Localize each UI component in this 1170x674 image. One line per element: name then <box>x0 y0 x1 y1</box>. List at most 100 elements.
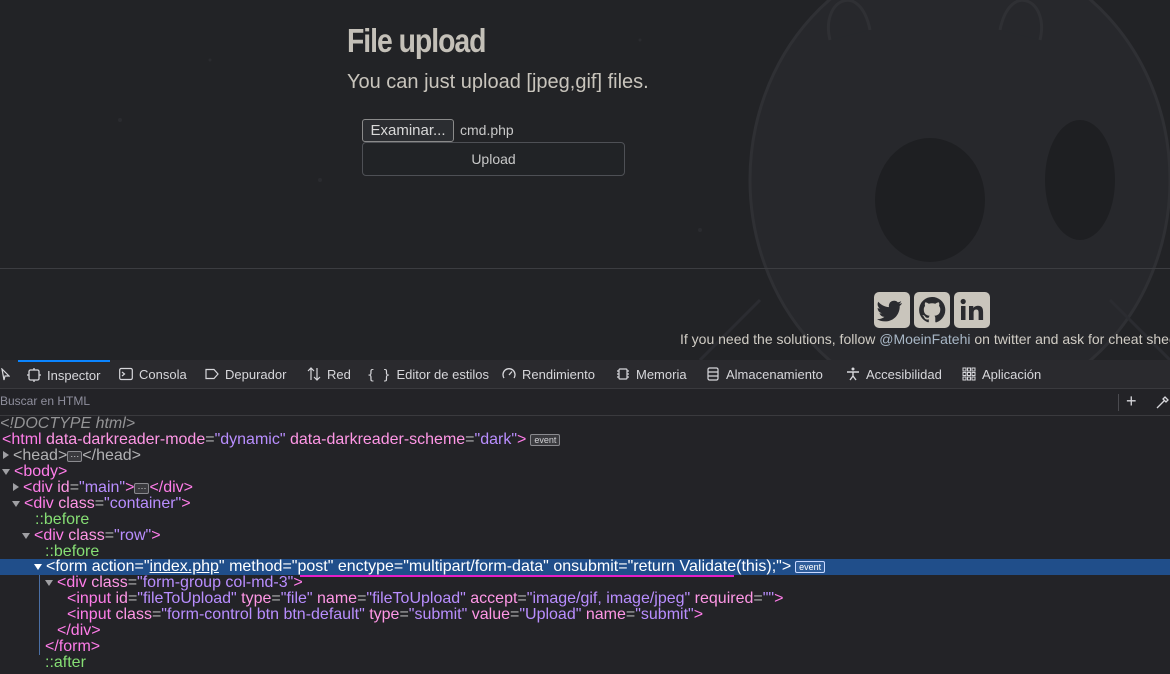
tree-row-after[interactable]: ::after <box>0 655 1170 671</box>
tree-row-div-main[interactable]: <div id="main"> ⋯ </div> <box>0 480 1170 496</box>
tab-accessibility[interactable]: Accesibilidad <box>846 360 942 389</box>
name-attr-value: "fileToUpload" <box>366 590 466 607</box>
tree-row-div-row[interactable]: <div class="row"> <box>0 528 1170 544</box>
eyedropper-icon[interactable] <box>1155 395 1170 410</box>
required-attr: required <box>694 590 754 607</box>
tree-row-div-close[interactable]: </div> <box>0 623 1170 639</box>
upload-button[interactable]: Upload <box>362 142 625 176</box>
tab-debugger[interactable]: Depurador <box>205 360 286 389</box>
head-open-tag: <head> <box>13 447 68 464</box>
tab-inspector[interactable]: Inspector <box>18 360 111 389</box>
background-artwork <box>0 0 1170 360</box>
expand-arrow-icon[interactable] <box>13 483 19 491</box>
event-badge[interactable]: event <box>795 561 826 573</box>
value-attr: value <box>471 606 510 623</box>
tree-row-body[interactable]: <body> <box>0 464 1170 480</box>
type-attr-value: "submit" <box>408 606 468 623</box>
class-attr: class <box>115 606 152 623</box>
div-tag: div <box>33 495 54 512</box>
onsubmit-attr: onsubmit <box>553 558 619 575</box>
tab-application[interactable]: Aplicación <box>962 360 1041 389</box>
action-attr: action <box>91 558 135 575</box>
accessibility-icon <box>847 367 859 381</box>
name-attr: name <box>585 606 626 623</box>
html-attr-scheme: data-darkreader-scheme <box>289 431 466 448</box>
web-page: File upload You can just upload [jpeg,gi… <box>0 0 1170 360</box>
tab-accessibility-label: Accesibilidad <box>866 367 942 382</box>
tree-row-form-selected[interactable]: <form action="index.php" method="post" e… <box>0 559 1170 575</box>
html-attr-scheme-value: "dark" <box>474 431 517 448</box>
tab-style-editor[interactable]: { } Editor de estilos <box>367 360 489 389</box>
method-attr-value: "post" <box>291 558 334 575</box>
tab-memory[interactable]: Memoria <box>616 360 687 389</box>
html-attr-mode-value: "dynamic" <box>214 431 286 448</box>
tree-row-doctype[interactable]: <!DOCTYPE html> <box>0 416 1170 432</box>
html-search-bar: Buscar en HTML + <box>0 390 1170 416</box>
div-tag: div <box>43 527 64 544</box>
collapse-arrow-icon[interactable] <box>2 469 10 475</box>
file-browse-button[interactable]: Examinar... <box>362 119 454 142</box>
inspector-icon <box>27 368 41 382</box>
page-title: File upload <box>347 22 486 59</box>
event-badge[interactable]: event <box>530 434 561 446</box>
twitter-handle-link[interactable]: @MoeinFatehi <box>879 331 970 347</box>
collapse-arrow-icon[interactable] <box>34 564 42 570</box>
collapse-arrow-icon[interactable] <box>22 533 30 539</box>
div-close-tag: </div> <box>57 622 101 639</box>
class-attr: class <box>58 495 95 512</box>
collapse-arrow-icon[interactable] <box>45 580 53 586</box>
tree-row-head[interactable]: <head> ⋯ </head> <box>0 448 1170 464</box>
page-subtitle: You can just upload [jpeg,gif] files. <box>347 71 649 93</box>
body-tag: <body> <box>14 463 68 480</box>
add-node-icon[interactable]: + <box>1126 391 1137 412</box>
footer-text-before: If you need the solutions, follow <box>680 331 880 347</box>
performance-icon <box>502 368 516 379</box>
element-picker-icon[interactable] <box>0 368 10 381</box>
tab-application-label: Aplicación <box>982 367 1042 382</box>
tab-network-label: Red <box>327 367 351 382</box>
value-attr-value: "Upload" <box>519 606 582 623</box>
tab-console[interactable]: Consola <box>119 360 187 389</box>
class-attr: class <box>68 527 105 544</box>
type-attr: type <box>241 590 272 607</box>
doctype-text: <!DOCTYPE html> <box>0 415 136 432</box>
pseudo-after: ::after <box>45 654 86 671</box>
tree-row-before[interactable]: ::before <box>0 512 1170 528</box>
div-close-tag: </div> <box>149 479 194 496</box>
form-close-tag: </form> <box>45 638 101 655</box>
id-attr-value: "fileToUpload" <box>137 590 237 607</box>
tab-performance[interactable]: Rendimiento <box>502 360 595 389</box>
html-attr-mode: data-darkreader-mode <box>46 431 206 448</box>
tab-console-label: Consola <box>139 367 187 382</box>
onsubmit-attr-value: "return Validate(this);" <box>627 558 782 575</box>
tree-row-html[interactable]: <html data-darkreader-mode="dynamic" dat… <box>0 432 1170 448</box>
twitter-icon[interactable] <box>874 292 910 328</box>
tree-row-form-close[interactable]: </form> <box>0 639 1170 655</box>
tree-row-input-submit[interactable]: <input class="form-control btn btn-defau… <box>0 607 1170 623</box>
github-icon[interactable] <box>914 292 950 328</box>
action-attr-link[interactable]: index.php <box>150 558 219 575</box>
tab-storage-label: Almacenamiento <box>726 367 823 382</box>
expand-arrow-icon[interactable] <box>3 451 9 459</box>
tree-row-input-file[interactable]: <input id="fileToUpload" type="file" nam… <box>0 591 1170 607</box>
required-attr-value: "" <box>762 590 775 607</box>
name-attr-value: "submit" <box>635 606 694 623</box>
tree-row-div-container[interactable]: <div class="container"> <box>0 496 1170 512</box>
linkedin-icon[interactable] <box>954 292 990 328</box>
class-attr-value: "form-control btn btn-default" <box>161 606 365 623</box>
application-icon <box>962 367 976 381</box>
footer-text-after: on twitter and ask for cheat shee <box>970 331 1170 347</box>
id-attr: id <box>57 479 70 496</box>
class-attr-value: "form-group col-md-3" <box>137 574 294 591</box>
collapsed-ellipsis[interactable]: ⋯ <box>134 483 150 494</box>
tree-row-form-group[interactable]: <div class="form-group col-md-3"> <box>0 575 1170 591</box>
tab-storage[interactable]: Almacenamiento <box>706 360 823 389</box>
tab-network[interactable]: Red <box>307 360 351 389</box>
collapse-arrow-icon[interactable] <box>12 501 20 507</box>
class-attr-value: "container" <box>104 495 182 512</box>
collapsed-ellipsis[interactable]: ⋯ <box>67 451 83 462</box>
id-attr-value: "main" <box>79 479 126 496</box>
html-search-input[interactable]: Buscar en HTML <box>0 394 90 408</box>
head-close-tag: </head> <box>82 447 142 464</box>
div-tag: div <box>66 574 87 591</box>
